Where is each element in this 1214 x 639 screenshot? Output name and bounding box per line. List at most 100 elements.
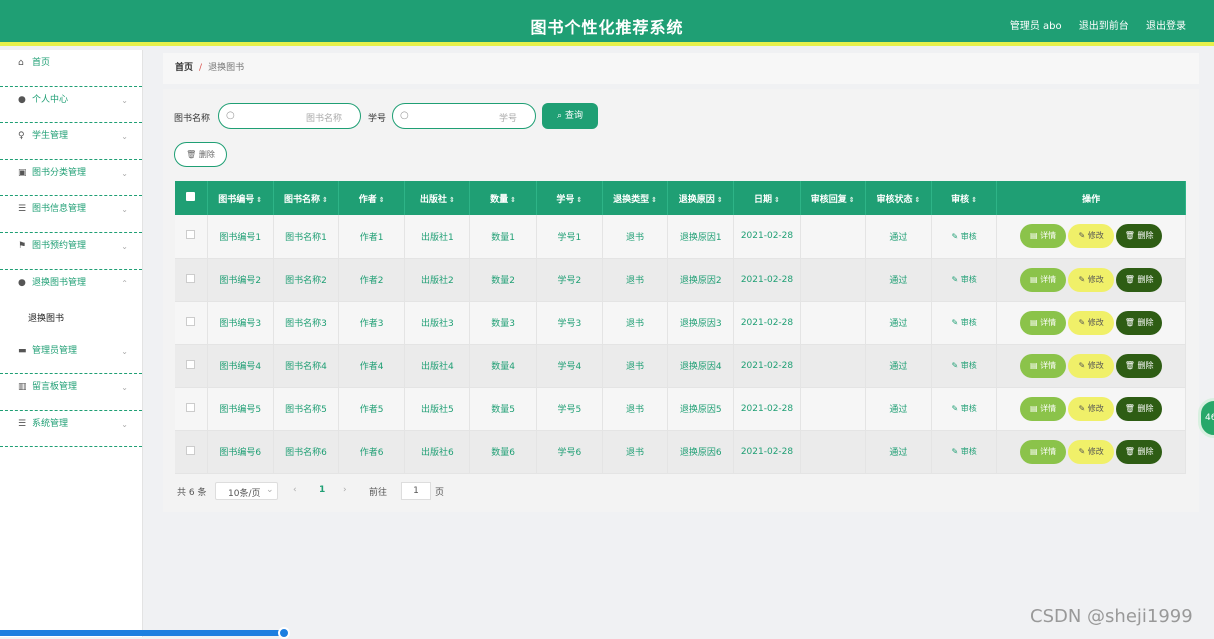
current-page[interactable]: 1 [319, 485, 325, 495]
student-id-input[interactable]: ○ 学号 [392, 103, 536, 129]
monitor-icon: ▬ [18, 345, 27, 356]
detail-button[interactable]: ▤ 详情 [1020, 396, 1067, 421]
edit-button[interactable]: ✎ 修改 [1068, 310, 1115, 335]
detail-button[interactable]: ▤ 详情 [1020, 310, 1067, 335]
row-actions: ▤ 详情 ✎ 修改 🗑 删除 [996, 258, 1186, 302]
edit-icon: ✎ [951, 231, 961, 241]
table-cell: 数量5 [469, 387, 537, 431]
sidebar-item-students[interactable]: ♀ 学生管理 ⌄ [0, 123, 142, 160]
edit-button[interactable]: ✎ 修改 [1068, 396, 1115, 421]
row-checkbox[interactable] [175, 387, 208, 431]
detail-button[interactable]: ▤ 详情 [1020, 267, 1067, 292]
delete-button[interactable]: 🗑 删除 [1116, 310, 1163, 335]
edit-button[interactable]: ✎ 修改 [1068, 224, 1115, 249]
watermark: CSDN @sheji1999 [1030, 606, 1193, 627]
trash-icon: 🗑 [1124, 231, 1138, 241]
breadcrumb: 首页 / 退换图书 [163, 53, 1199, 84]
horizontal-scrollbar[interactable] [0, 630, 287, 636]
sidebar-item-home[interactable]: ⌂ 首页 [0, 50, 142, 87]
query-button[interactable]: ⌕ 查询 [542, 103, 598, 129]
next-page-button[interactable]: › [343, 485, 347, 495]
delete-button[interactable]: 🗑 删除 [1116, 439, 1163, 464]
sidebar-item-profile[interactable]: ● 个人中心 ⌄ [0, 87, 142, 124]
logout-link[interactable]: 退出登录 [1146, 21, 1186, 32]
col-header[interactable]: 作者 ⇕ [338, 181, 406, 215]
breadcrumb-current: 退换图书 [208, 63, 245, 73]
sidebar: ⌂ 首页 ● 个人中心 ⌄ ♀ 学生管理 ⌄ ▣ 图书分类管理 ⌄ ☰ 图书信息管理 ⌄ ⚑ 图书预… [0, 50, 143, 637]
col-header[interactable]: 退换类型 ⇕ [602, 181, 669, 215]
table-row: 图书编号6 图书名称6 作者6 出版社6 数量6 学号6 退书 退换原因6 2021-02-28… [175, 430, 1186, 474]
col-header[interactable]: 审核回复 ⇕ [800, 181, 866, 215]
sidebar-item-categories[interactable]: ▣ 图书分类管理 ⌄ [0, 160, 142, 197]
row-checkbox[interactable] [175, 215, 208, 259]
col-header-actions: 操作 [996, 181, 1186, 215]
table-cell: 2021-02-28 [733, 215, 801, 259]
edit-icon: ✎ [1078, 446, 1088, 456]
edit-icon: ✎ [1078, 274, 1088, 284]
table-cell: 2021-02-28 [733, 258, 801, 302]
row-checkbox[interactable] [175, 301, 208, 345]
doc-icon: ▤ [1030, 360, 1041, 370]
table-cell: 作者2 [338, 258, 406, 302]
search-icon: ⌕ [557, 111, 565, 121]
review-link[interactable]: ✎ 审核 [931, 387, 998, 431]
delete-button[interactable]: 🗑 删除 [1116, 267, 1163, 292]
row-checkbox[interactable] [175, 430, 208, 474]
batch-delete-button[interactable]: 🗑 删除 [174, 142, 227, 167]
table-cell: 数量3 [469, 301, 537, 345]
review-link[interactable]: ✎ 审核 [931, 258, 998, 302]
exit-to-front-link[interactable]: 退出到前台 [1079, 21, 1129, 32]
detail-button[interactable]: ▤ 详情 [1020, 353, 1067, 378]
select-all-checkbox[interactable] [175, 181, 208, 215]
chevron-down-icon: ⌄ [121, 419, 128, 429]
col-header[interactable]: 数量 ⇕ [469, 181, 537, 215]
review-link[interactable]: ✎ 审核 [931, 344, 998, 388]
sidebar-item-system[interactable]: ☰ 系统管理 ⌄ [0, 411, 142, 448]
sidebar-item-admins[interactable]: ▬ 管理员管理 ⌄ [0, 338, 142, 375]
delete-button[interactable]: 🗑 删除 [1116, 224, 1163, 249]
edit-button[interactable]: ✎ 修改 [1068, 353, 1115, 378]
review-link[interactable]: ✎ 审核 [931, 301, 998, 345]
sidebar-subitem-return-books[interactable]: 退换图书 [0, 306, 142, 338]
review-link[interactable]: ✎ 审核 [931, 215, 998, 259]
row-checkbox[interactable] [175, 258, 208, 302]
detail-button[interactable]: ▤ 详情 [1020, 224, 1067, 249]
edit-button[interactable]: ✎ 修改 [1068, 267, 1115, 292]
content-panel: 图书名称 ○ 图书名称 学号 ○ 学号 ⌕ 查询 🗑 删除 图书编号 ⇕ 图书名称… [163, 89, 1199, 512]
col-header[interactable]: 图书名称 ⇕ [273, 181, 340, 215]
col-header[interactable]: 审核状态 ⇕ [865, 181, 933, 215]
prev-page-button[interactable]: ‹ [293, 485, 297, 495]
scrollbar-thumb[interactable] [278, 627, 290, 639]
sort-icon: ⇕ [774, 195, 780, 204]
col-header[interactable]: 学号 ⇕ [536, 181, 603, 215]
col-header[interactable]: 审核 ⇕ [931, 181, 998, 215]
doc-icon: ▤ [1030, 403, 1041, 413]
edit-button[interactable]: ✎ 修改 [1068, 439, 1115, 464]
col-header[interactable]: 日期 ⇕ [733, 181, 801, 215]
goto-page-input[interactable]: 1 [401, 482, 431, 500]
table-cell: 作者3 [338, 301, 406, 345]
search-icon: ○ [400, 110, 409, 121]
book-name-input[interactable]: ○ 图书名称 [218, 103, 361, 129]
floating-badge[interactable]: 46 [1198, 398, 1214, 438]
col-header[interactable]: 图书编号 ⇕ [207, 181, 274, 215]
list-icon: ☰ [18, 418, 27, 429]
col-header[interactable]: 出版社 ⇕ [404, 181, 471, 215]
delete-button[interactable]: 🗑 删除 [1116, 396, 1163, 421]
col-header[interactable]: 退换原因 ⇕ [667, 181, 735, 215]
table-cell: 出版社4 [404, 344, 471, 388]
delete-button[interactable]: 🗑 删除 [1116, 353, 1163, 378]
page-size-select[interactable]: 10条/页 ⌄ [215, 482, 278, 500]
breadcrumb-home[interactable]: 首页 [175, 63, 193, 73]
table-cell: 图书名称5 [273, 387, 340, 431]
sidebar-item-messages[interactable]: ▥ 留言板管理 ⌄ [0, 374, 142, 411]
detail-button[interactable]: ▤ 详情 [1020, 439, 1067, 464]
sort-icon: ⇕ [322, 195, 328, 204]
table-cell: 出版社2 [404, 258, 471, 302]
sidebar-item-reservations[interactable]: ⚑ 图书预约管理 ⌄ [0, 233, 142, 270]
mic-icon: ♀ [18, 131, 25, 142]
review-link[interactable]: ✎ 审核 [931, 430, 998, 474]
sidebar-item-returns[interactable]: ● 退换图书管理 ⌃ [0, 270, 142, 306]
row-checkbox[interactable] [175, 344, 208, 388]
sidebar-item-books[interactable]: ☰ 图书信息管理 ⌄ [0, 196, 142, 233]
